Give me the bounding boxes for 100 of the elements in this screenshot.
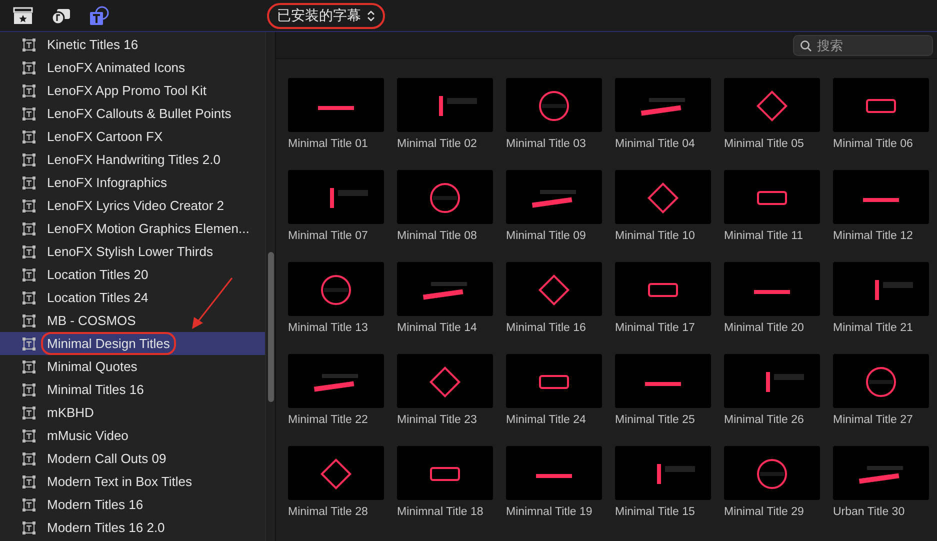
search-field[interactable]: 搜索 [793,34,933,56]
sidebar-item[interactable]: LenoFX Infographics [0,171,265,194]
clip-title[interactable]: Minimal Title 01 [288,138,384,150]
sidebar-item-label: LenoFX Handwriting Titles 2.0 [46,151,222,169]
clip-title[interactable]: Minimal Title 05 [724,138,820,150]
clip-title[interactable]: Minimal Title 27 [833,414,929,426]
sidebar-item[interactable]: LenoFX App Promo Tool Kit [0,79,265,102]
clip-title[interactable]: Minimal Title 22 [288,414,384,426]
clip-title[interactable]: Minimal Title 12 [833,230,929,242]
clip-title[interactable]: Minimal Title 02 [397,138,493,150]
clip-title[interactable]: Urban Title 30 [833,506,929,518]
sidebar-item[interactable]: Minimal Titles 16 [0,378,265,401]
sidebar-item-label: Modern Call Outs 09 [46,450,168,468]
title-icon [22,452,36,466]
sidebar-item[interactable]: Minimal Quotes [0,355,265,378]
sidebar-item[interactable]: mKBHD [0,401,265,424]
sidebar-item-label: LenoFX Callouts & Bullet Points [46,105,232,123]
clip-title[interactable]: Minimal Title 17 [615,322,711,334]
title-icon [22,336,36,350]
clip-title[interactable]: Minimal Title 13 [288,322,384,334]
title-icon [22,106,36,120]
title-icon [22,38,36,52]
library-selector[interactable]: 已安装的字幕 [267,2,385,28]
sidebar-item[interactable]: LenoFX Callouts & Bullet Points [0,102,265,125]
clip-title[interactable]: Minimal Title 06 [833,138,929,150]
title-icon [22,222,36,236]
clip-title[interactable]: Minimal Title 11 [724,230,820,242]
sidebar-item[interactable]: Modern Titles 16 [0,493,265,516]
sidebar-item-label: Location Titles 24 [46,289,150,307]
clip-title[interactable]: Minimal Title 03 [506,138,602,150]
title-icon [22,406,36,420]
sidebar-item-label: Minimal Titles 16 [46,381,145,399]
clip-title[interactable]: Minimal Title 08 [397,230,493,242]
sidebar-item-label: LenoFX Lyrics Video Creator 2 [46,197,226,215]
clip-title[interactable]: Minimal Title 10 [615,230,711,242]
sidebar-item-label: LenoFX App Promo Tool Kit [46,82,208,100]
sidebar-item[interactable]: Kinetic Titles 16 [0,33,265,56]
sidebar-item-label: LenoFX Animated Icons [46,59,186,77]
title-icon [22,382,36,396]
sidebar-item[interactable]: Modern Text in Box Titles [0,470,265,493]
sidebar-item[interactable]: MB - COSMOS [0,309,265,332]
sidebar-item-label: Location Titles 20 [46,266,150,284]
title-icon [22,268,36,282]
clip-title[interactable]: Minimal Title 29 [724,506,820,518]
sidebar-item-label: mMusic Video [46,427,130,445]
title-icon [22,152,36,166]
sidebar-item-label: Modern Titles 16 [46,496,144,514]
title-icon [22,130,36,144]
sidebar-item[interactable]: mMusic Video [0,424,265,447]
title-icon [22,244,36,258]
music-camera-icon [51,6,71,24]
clip-title[interactable]: Minimal Title 24 [506,414,602,426]
title-icon [22,290,36,304]
clapperboard-icon [13,6,33,24]
clip-title[interactable]: Minimal Title 04 [615,138,711,150]
clip-title[interactable]: Minimal Title 14 [397,322,493,334]
clip-title[interactable]: Minimal Title 28 [288,506,384,518]
sidebar-item[interactable]: LenoFX Cartoon FX [0,125,265,148]
sidebar-item[interactable]: LenoFX Handwriting Titles 2.0 [0,148,265,171]
title-icon [22,60,36,74]
clip-title[interactable]: Minimal Title 07 [288,230,384,242]
clip-title[interactable]: Minimal Title 26 [724,414,820,426]
title-icon [22,428,36,442]
sidebar-item[interactable]: LenoFX Lyrics Video Creator 2 [0,194,265,217]
clip-title[interactable]: Minimal Title 25 [615,414,711,426]
sidebar-item[interactable]: Location Titles 20 [0,263,265,286]
clip-title[interactable]: Minimnal Title 18 [397,506,493,518]
clip-title[interactable]: Minimal Title 09 [506,230,602,242]
titles-icon [88,6,110,26]
title-icon [22,314,36,328]
clip-title[interactable]: Minimal Title 23 [397,414,493,426]
chevron-updown-icon [367,10,375,22]
clip-title[interactable]: Minimal Title 16 [506,322,602,334]
sidebar-item-label: LenoFX Infographics [46,174,168,192]
sidebar-item-label: MB - COSMOS [46,312,137,330]
title-icon [22,84,36,98]
sidebar-item[interactable]: LenoFX Motion Graphics Elemen... [0,217,265,240]
title-icon [22,474,36,488]
sidebar-item[interactable]: Location Titles 24 [0,286,265,309]
clip-title[interactable]: Minimal Title 20 [724,322,820,334]
scrollbar-thumb[interactable] [268,252,274,402]
sidebar-item[interactable]: LenoFX Animated Icons [0,56,265,79]
clip-title[interactable]: Minimnal Title 19 [506,506,602,518]
sidebar-item[interactable]: Modern Call Outs 09 [0,447,265,470]
title-icon [22,520,36,534]
sidebar-item-label: mKBHD [46,404,95,422]
sidebar-item-label: Modern Text in Box Titles [46,473,193,491]
search-icon [800,40,812,52]
title-icon [22,360,36,374]
sidebar-item-label: Modern Titles 16 2.0 [46,519,166,537]
sidebar-item[interactable]: LenoFX Stylish Lower Thirds [0,240,265,263]
title-icon [22,198,36,212]
sidebar-item-label: Kinetic Titles 16 [46,36,140,54]
sidebar-item-label: LenoFX Stylish Lower Thirds [46,243,214,261]
sidebar-item[interactable]: Modern Titles 16 2.0 [0,516,265,539]
clip-title[interactable]: Minimal Title 21 [833,322,929,334]
sidebar-item-label: LenoFX Motion Graphics Elemen... [46,220,250,238]
clip-title[interactable]: Minimal Title 15 [615,506,711,518]
annotation-arrow [190,276,234,330]
sidebar-item-label: Minimal Design Titles [41,332,176,355]
